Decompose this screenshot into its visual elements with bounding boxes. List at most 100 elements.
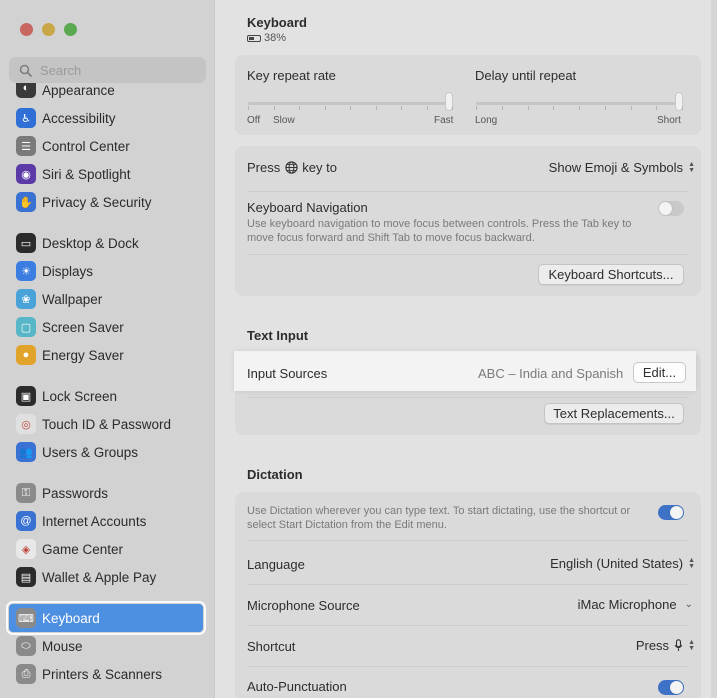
dictation-toggle[interactable] <box>658 505 684 520</box>
slider-tick <box>656 106 657 110</box>
slider-tick <box>248 106 249 110</box>
microphone-value: iMac Microphone <box>577 597 677 612</box>
microphone-popup[interactable]: iMac Microphone ⌄ <box>578 597 693 612</box>
sidebar-item-label: Mouse <box>42 638 83 654</box>
shortcut-popup[interactable]: Press ▲ ▼ <box>636 638 695 653</box>
hand-icon: ✋ <box>16 192 36 212</box>
slider-tick <box>401 106 402 110</box>
sidebar-item-displays[interactable]: ☀ Displays <box>9 257 203 285</box>
slider-tick <box>579 106 580 110</box>
printer-icon: ⎙ <box>16 664 36 684</box>
keyboard-navigation-toggle[interactable] <box>658 201 684 216</box>
page-title: Keyboard <box>247 15 307 30</box>
press-key-text: Press <box>247 160 281 175</box>
slider-tick <box>631 106 632 110</box>
battery-percent: 38% <box>264 32 287 44</box>
sidebar-item-privacy-security[interactable]: ✋ Privacy & Security <box>9 188 203 216</box>
dictation-card: Use Dictation wherever you can type text… <box>235 492 701 698</box>
repeat-min-label-slow: Slow <box>273 115 295 126</box>
sidebar-item-passwords[interactable]: ⚿ Passwords <box>9 479 203 507</box>
lock-icon: ▣ <box>16 386 36 406</box>
sidebar-item-game-center[interactable]: ◈ Game Center <box>9 535 203 563</box>
zoom-button[interactable] <box>64 23 77 36</box>
sidebar-item-energy-saver[interactable]: ● Energy Saver <box>9 341 203 369</box>
window-edge <box>711 0 717 698</box>
toggle-knob <box>670 681 683 694</box>
input-sources-value: ABC – India and Spanish <box>478 366 624 381</box>
keyboard-navigation-label: Keyboard Navigation <box>247 200 368 215</box>
repeat-max-label: Fast <box>434 115 454 126</box>
sidebar: ◐ Appearance ♿ Accessibility ☰ Control Center… <box>0 0 215 698</box>
control-center-icon: ☰ <box>16 136 36 156</box>
sidebar-item-label: Lock Screen <box>42 388 118 404</box>
divider <box>247 625 689 626</box>
text-replacements-button[interactable]: Text Replacements... <box>544 403 684 424</box>
sidebar-item-screen-saver[interactable]: ▢ Screen Saver <box>9 313 203 341</box>
slider-track <box>476 102 683 105</box>
sidebar-item-mouse[interactable]: ⬭ Mouse <box>9 632 203 660</box>
slider-tick <box>452 106 453 110</box>
sidebar-item-label: Privacy & Security <box>42 194 152 210</box>
sidebar-item-printers-scanners[interactable]: ⎙ Printers & Scanners <box>9 660 203 688</box>
toggle-knob <box>659 202 672 215</box>
close-button[interactable] <box>20 23 33 36</box>
input-sources-edit-button[interactable]: Edit... <box>633 362 686 383</box>
sidebar-item-keyboard[interactable]: ⌨ Keyboard <box>6 601 206 635</box>
slider-tick <box>476 106 477 110</box>
press-key-value: Show Emoji & Symbols <box>548 160 684 175</box>
sidebar-item-label: Siri & Spotlight <box>42 166 131 182</box>
sidebar-item-label: Accessibility <box>42 110 116 126</box>
shortcut-value: Press <box>635 638 670 653</box>
press-key-popup[interactable]: Show Emoji & Symbols ▲ ▼ <box>549 160 695 175</box>
sidebar-item-internet-accounts[interactable]: @ Internet Accounts <box>9 507 203 535</box>
main-pane: Keyboard 38% Key repeat rate Delay until… <box>216 0 717 698</box>
input-sources-row: Input Sources ABC – India and Spanish Ed… <box>234 351 696 391</box>
updown-chevron-icon: ▲ ▼ <box>688 160 695 174</box>
pane-header: Keyboard 38% <box>247 15 307 44</box>
delay-repeat-slider[interactable] <box>476 92 683 114</box>
dock-icon: ▭ <box>16 233 36 253</box>
game-center-icon: ◈ <box>16 539 36 559</box>
minimize-button[interactable] <box>42 23 55 36</box>
repeat-card: Key repeat rate Delay until repeat Off S… <box>235 55 701 135</box>
divider <box>247 397 689 398</box>
divider <box>247 666 689 667</box>
input-sources-label: Input Sources <box>247 366 328 381</box>
auto-punctuation-toggle[interactable] <box>658 680 684 695</box>
sidebar-item-lock-screen[interactable]: ▣ Lock Screen <box>9 382 203 410</box>
wallpaper-icon: ❀ <box>16 289 36 309</box>
sidebar-item-desktop-dock[interactable]: ▭ Desktop & Dock <box>9 229 203 257</box>
sidebar-item-wallet-apple-pay[interactable]: ▤ Wallet & Apple Pay <box>9 563 203 591</box>
sidebar-item-users-groups[interactable]: 👥 Users & Groups <box>9 438 203 466</box>
toggle-knob <box>670 506 683 519</box>
dictation-description: Use Dictation wherever you can type text… <box>247 505 631 531</box>
sidebar-item-label: Screen Saver <box>42 319 124 335</box>
press-key-suffix: key to <box>302 160 337 175</box>
language-popup[interactable]: English (United States) ▲ ▼ <box>550 556 695 571</box>
screen-saver-icon: ▢ <box>16 317 36 337</box>
chevron-down-icon: ⌄ <box>684 599 693 610</box>
microphone-icon <box>674 639 683 652</box>
search-icon <box>17 62 33 78</box>
sidebar-item-touch-id-password[interactable]: ◎ Touch ID & Password <box>9 410 203 438</box>
slider-tick <box>325 106 326 110</box>
search-field[interactable] <box>9 57 206 83</box>
search-input[interactable] <box>40 62 190 78</box>
sidebar-item-siri-spotlight[interactable]: ◉ Siri & Spotlight <box>9 160 203 188</box>
fingerprint-icon: ◎ <box>16 414 36 434</box>
microphone-source-label: Microphone Source <box>247 598 360 613</box>
sidebar-item-accessibility[interactable]: ♿ Accessibility <box>9 104 203 132</box>
sidebar-item-control-center[interactable]: ☰ Control Center <box>9 132 203 160</box>
key-repeat-slider[interactable] <box>248 92 453 114</box>
divider <box>247 254 689 255</box>
at-icon: @ <box>16 511 36 531</box>
sidebar-item-label: Game Center <box>42 541 124 557</box>
sun-icon: ☀ <box>16 261 36 281</box>
auto-punctuation-label: Auto-Punctuation <box>247 679 347 694</box>
keyboard-shortcuts-button[interactable]: Keyboard Shortcuts... <box>538 264 684 285</box>
delay-max-label: Short <box>657 115 681 126</box>
sidebar-item-label: Control Center <box>42 138 130 154</box>
sidebar-item-label: Appearance <box>42 83 115 98</box>
sidebar-item-label: Desktop & Dock <box>42 235 139 251</box>
sidebar-item-wallpaper[interactable]: ❀ Wallpaper <box>9 285 203 313</box>
